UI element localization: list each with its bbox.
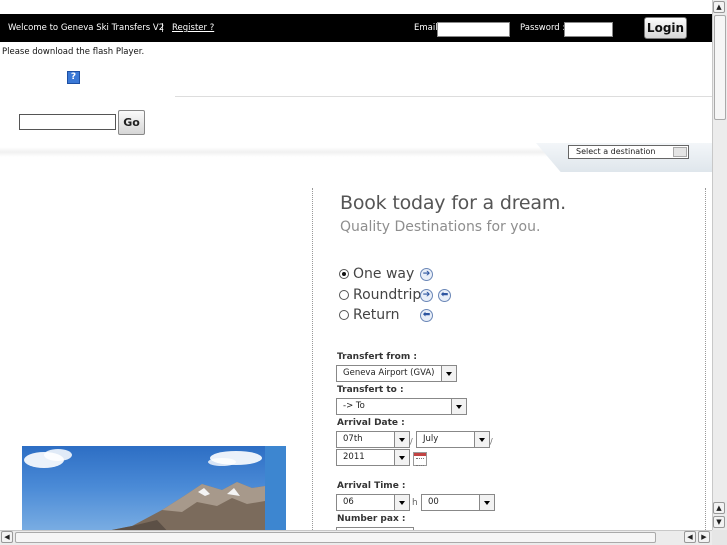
- scroll-right-icon[interactable]: ▶: [698, 531, 710, 543]
- trip-option-label: One way: [353, 266, 415, 282]
- login-button[interactable]: Login: [644, 17, 687, 39]
- booking-panel-border-left: [312, 188, 313, 538]
- booking-headline: Book today for a dream.: [340, 192, 566, 214]
- chevron-down-icon: [479, 495, 494, 510]
- transfer-from-value: Geneva Airport (GVA): [343, 368, 435, 378]
- trip-option-roundtrip[interactable]: Roundtrip: [339, 287, 421, 305]
- trip-option-return[interactable]: Return: [339, 307, 399, 325]
- chevron-down-icon: [474, 432, 489, 447]
- arrival-date-label: Arrival Date :: [337, 418, 405, 428]
- password-field[interactable]: [564, 22, 613, 37]
- flash-player-message: Please download the flash Player.: [2, 47, 145, 57]
- scroll-up-icon[interactable]: ▲: [713, 1, 725, 13]
- page: Welcome to Geneva Ski Transfers V2 | Reg…: [0, 0, 727, 545]
- radio-icon[interactable]: [339, 269, 349, 279]
- search-input[interactable]: [19, 114, 116, 130]
- transfer-from-select[interactable]: Geneva Airport (GVA): [336, 365, 457, 382]
- trip-option-one-way[interactable]: One way: [339, 266, 414, 284]
- email-field[interactable]: [437, 22, 510, 37]
- destination-select[interactable]: Select a destination: [568, 145, 689, 159]
- arrival-day-select[interactable]: 07th: [336, 431, 410, 448]
- time-separator: h: [412, 498, 418, 508]
- vertical-scroll-thumb[interactable]: [714, 15, 726, 120]
- trip-option-label: Roundtrip: [353, 287, 422, 303]
- go-button[interactable]: Go: [118, 110, 145, 135]
- mountain-photo-art: [22, 449, 265, 536]
- welcome-text: Welcome to Geneva Ski Transfers V2: [8, 23, 165, 33]
- arrival-month-select[interactable]: July: [416, 431, 490, 448]
- chevron-down-icon: [394, 432, 409, 447]
- top-bar: Welcome to Geneva Ski Transfers V2 | Reg…: [0, 14, 712, 42]
- radio-icon[interactable]: [339, 310, 349, 320]
- arrival-minute-value: 00: [428, 497, 439, 507]
- number-pax-label: Number pax :: [337, 514, 406, 524]
- arrival-hour-select[interactable]: 06: [336, 494, 410, 511]
- booking-subline: Quality Destinations for you.: [340, 219, 541, 235]
- scrollbar-corner: [712, 530, 727, 545]
- arrival-year-value: 2011: [343, 452, 365, 462]
- transfer-to-value: -> To: [343, 401, 365, 411]
- arrival-month-value: July: [423, 434, 439, 444]
- arrival-hour-value: 06: [343, 497, 354, 507]
- chevron-down-icon: [394, 495, 409, 510]
- radio-icon[interactable]: [339, 290, 349, 300]
- scroll-down-icon[interactable]: ▼: [713, 516, 725, 528]
- booking-panel-border-right: [705, 188, 706, 538]
- missing-plugin-icon[interactable]: ?: [67, 71, 80, 84]
- transfer-to-label: Transfert to :: [337, 385, 404, 395]
- date-separator: /: [410, 437, 413, 446]
- arrow-right-icon: ➔: [420, 268, 433, 281]
- mountain-photo: [22, 446, 265, 536]
- arrival-year-select[interactable]: 2011: [336, 449, 410, 466]
- photo-side-strip: [265, 446, 286, 536]
- topbar-separator: |: [161, 23, 164, 33]
- trip-option-label: Return: [353, 307, 400, 323]
- chevron-down-icon: [451, 399, 466, 414]
- arrow-left-icon: ⬅: [438, 289, 451, 302]
- arrival-minute-select[interactable]: 00: [421, 494, 495, 511]
- register-link[interactable]: Register ?: [172, 23, 214, 33]
- destination-select-value: Select a destination: [576, 147, 656, 156]
- calendar-icon[interactable]: [413, 452, 427, 466]
- arrow-right-icon: ➔: [420, 289, 433, 302]
- date-separator: /: [490, 437, 493, 446]
- arrival-day-value: 07th: [343, 434, 363, 444]
- password-label: Password :: [520, 23, 566, 33]
- chevron-down-icon: [441, 366, 456, 381]
- scroll-left-icon[interactable]: ◀: [1, 531, 13, 543]
- transfer-to-select[interactable]: -> To: [336, 398, 467, 415]
- arrival-time-label: Arrival Time :: [337, 481, 406, 491]
- divider: [175, 96, 712, 97]
- scroll-left-icon[interactable]: ◀: [684, 531, 696, 543]
- transfer-from-label: Transfert from :: [337, 352, 417, 362]
- chevron-down-icon: [394, 450, 409, 465]
- horizontal-scroll-thumb[interactable]: [15, 532, 656, 543]
- dropdown-arrow-icon: [673, 147, 687, 157]
- arrow-left-icon: ⬅: [420, 309, 433, 322]
- scroll-up-icon[interactable]: ▲: [713, 502, 725, 514]
